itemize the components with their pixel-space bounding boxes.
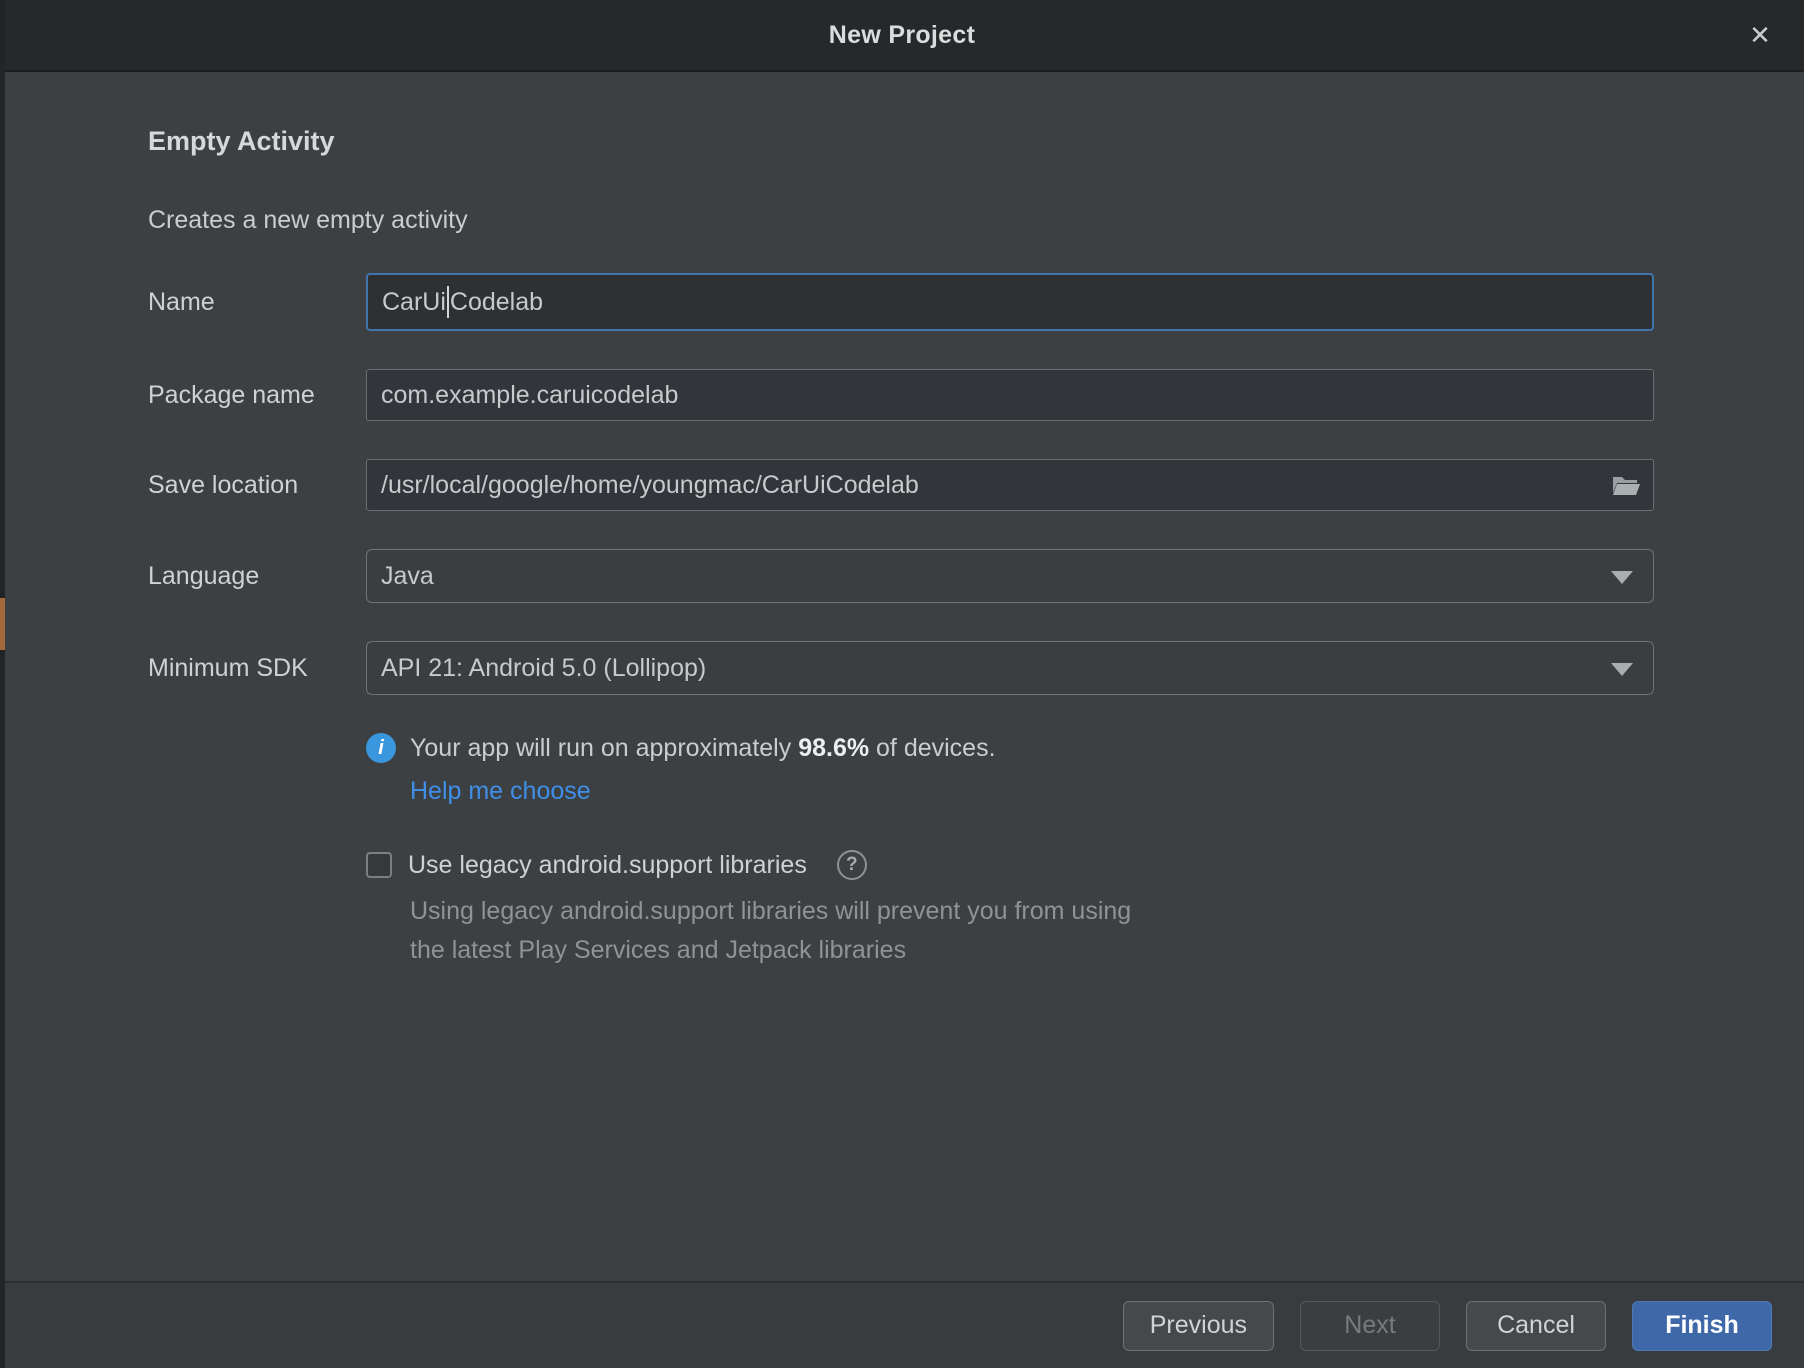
chevron-down-icon bbox=[1611, 571, 1633, 584]
sdk-info-section: i Your app will run on approximately 98.… bbox=[366, 733, 1804, 970]
dialog-titlebar: New Project ✕ bbox=[0, 0, 1804, 72]
language-row: Language Java bbox=[148, 549, 1804, 603]
background-window-sliver bbox=[0, 598, 5, 650]
window-left-edge bbox=[0, 0, 5, 1368]
page-title: Empty Activity bbox=[148, 125, 1804, 157]
name-value-before-caret: CarUi bbox=[382, 288, 446, 317]
language-dropdown[interactable]: Java bbox=[366, 549, 1654, 603]
legacy-description-line1: Using legacy android.support libraries w… bbox=[410, 892, 1804, 931]
help-me-choose-link[interactable]: Help me choose bbox=[410, 777, 591, 806]
project-form: Name CarUiCodelab Package name com.examp… bbox=[148, 273, 1804, 695]
save-location-row: Save location /usr/local/google/home/you… bbox=[148, 459, 1804, 511]
sdk-info-text: Your app will run on approximately 98.6%… bbox=[410, 734, 996, 763]
min-sdk-row: Minimum SDK API 21: Android 5.0 (Lollipo… bbox=[148, 641, 1804, 695]
package-row: Package name com.example.caruicodelab bbox=[148, 369, 1804, 421]
dialog-title: New Project bbox=[829, 21, 975, 50]
sdk-info-percent: 98.6% bbox=[798, 734, 869, 762]
name-input[interactable]: CarUiCodelab bbox=[366, 273, 1654, 331]
sdk-info-row: i Your app will run on approximately 98.… bbox=[366, 733, 1804, 763]
sdk-info-text-after: of devices. bbox=[869, 734, 995, 762]
save-location-input[interactable]: /usr/local/google/home/youngmac/CarUiCod… bbox=[366, 459, 1654, 511]
chevron-down-icon bbox=[1611, 663, 1633, 676]
legacy-checkbox-row: Use legacy android.support libraries ? bbox=[366, 850, 1804, 880]
legacy-checkbox[interactable] bbox=[366, 852, 392, 878]
close-button[interactable]: ✕ bbox=[1740, 15, 1780, 55]
dialog-content: Empty Activity Creates a new empty activ… bbox=[0, 70, 1804, 1281]
cancel-button[interactable]: Cancel bbox=[1466, 1301, 1606, 1351]
package-value: com.example.caruicodelab bbox=[381, 381, 678, 410]
min-sdk-value: API 21: Android 5.0 (Lollipop) bbox=[381, 654, 706, 683]
help-icon[interactable]: ? bbox=[837, 850, 867, 880]
name-row: Name CarUiCodelab bbox=[148, 273, 1804, 331]
package-label: Package name bbox=[148, 381, 366, 410]
page-subtitle: Creates a new empty activity bbox=[148, 205, 1804, 235]
save-location-value: /usr/local/google/home/youngmac/CarUiCod… bbox=[381, 471, 919, 500]
min-sdk-label: Minimum SDK bbox=[148, 654, 366, 683]
close-icon: ✕ bbox=[1749, 20, 1771, 51]
legacy-checkbox-label: Use legacy android.support libraries bbox=[408, 851, 807, 880]
legacy-description-line2: the latest Play Services and Jetpack lib… bbox=[410, 931, 1804, 970]
info-icon: i bbox=[366, 733, 396, 763]
info-icon-glyph: i bbox=[378, 737, 384, 760]
package-input[interactable]: com.example.caruicodelab bbox=[366, 369, 1654, 421]
min-sdk-dropdown[interactable]: API 21: Android 5.0 (Lollipop) bbox=[366, 641, 1654, 695]
save-location-label: Save location bbox=[148, 471, 366, 500]
browse-folder-button[interactable] bbox=[1611, 473, 1641, 497]
finish-button[interactable]: Finish bbox=[1632, 1301, 1772, 1351]
dialog-footer: Previous Next Cancel Finish bbox=[0, 1281, 1804, 1368]
name-value-after-caret: Codelab bbox=[450, 288, 543, 317]
folder-icon bbox=[1611, 473, 1641, 497]
name-label: Name bbox=[148, 288, 366, 317]
new-project-dialog: New Project ✕ Empty Activity Creates a n… bbox=[0, 0, 1804, 1368]
legacy-description: Using legacy android.support libraries w… bbox=[410, 892, 1804, 970]
language-label: Language bbox=[148, 562, 366, 591]
help-icon-glyph: ? bbox=[846, 854, 858, 876]
previous-button[interactable]: Previous bbox=[1123, 1301, 1274, 1351]
text-caret bbox=[447, 286, 449, 318]
language-value: Java bbox=[381, 562, 434, 591]
sdk-info-text-before: Your app will run on approximately bbox=[410, 734, 798, 762]
next-button: Next bbox=[1300, 1301, 1440, 1351]
